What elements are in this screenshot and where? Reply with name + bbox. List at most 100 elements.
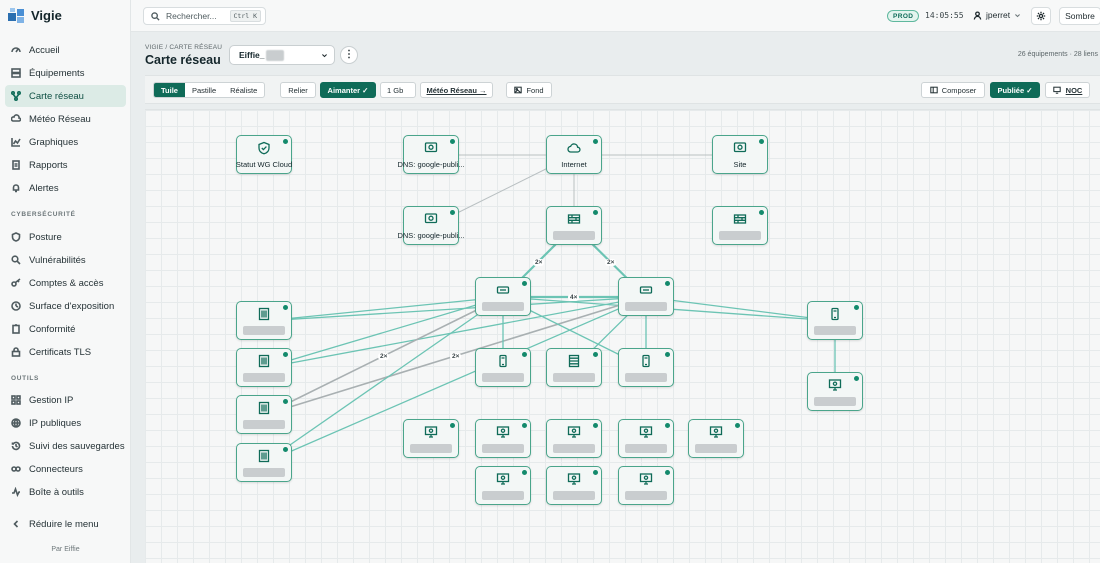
map-node-m4[interactable]: [618, 419, 674, 458]
link-s1-core1[interactable]: [263, 296, 504, 322]
site-select[interactable]: Eiffie_: [229, 45, 335, 65]
brand[interactable]: Vigie: [8, 7, 62, 24]
map-node-m2[interactable]: [475, 419, 531, 458]
sidebar-item-comptes-acces[interactable]: Comptes & accès: [5, 272, 126, 294]
redacted-label: [625, 302, 667, 311]
map-node-s4[interactable]: [236, 443, 292, 482]
map-node-scr[interactable]: [807, 372, 863, 411]
map-counts: 26 équipements · 28 liens: [1017, 51, 1098, 58]
map-node-core2[interactable]: [618, 277, 674, 316]
view-mode-tuile[interactable]: Tuile: [154, 83, 185, 97]
sidebar-item-carte-reseau[interactable]: Carte réseau: [5, 85, 126, 107]
sidebar-item-conformite[interactable]: Conformité: [5, 318, 126, 340]
more-options-button[interactable]: ⋮: [340, 46, 358, 64]
link-s4-core1[interactable]: [263, 296, 504, 464]
sidebar-item-suivi-sauvegardes[interactable]: Suivi des sauvegardes: [5, 435, 126, 457]
lock-icon: [11, 347, 21, 357]
sidebar-item-certificats-tls[interactable]: Certificats TLS: [5, 341, 126, 363]
map-node-wg[interactable]: Statut WG Cloud: [236, 135, 292, 174]
view-mode-switch: Tuile Pastille Réaliste: [153, 82, 266, 98]
map-node-s2[interactable]: [236, 348, 292, 387]
sidebar-item-meteo-reseau[interactable]: Météo Réseau: [5, 108, 126, 130]
sidebar-item-equipements[interactable]: Équipements: [5, 62, 126, 84]
publish-button[interactable]: Publiée ✓: [990, 82, 1040, 98]
sidebar-item-connecteurs[interactable]: Connecteurs: [5, 458, 126, 480]
view-mode-realiste[interactable]: Réaliste: [223, 83, 264, 97]
activity-icon: [12, 487, 20, 497]
footer-credit: Par Eiffie: [51, 546, 80, 553]
redacted-label: [553, 231, 595, 240]
sidebar-item-alertes[interactable]: Alertes: [5, 177, 126, 199]
background-button[interactable]: Fond: [506, 82, 552, 98]
sidebar-item-rapports[interactable]: Rapports: [5, 154, 126, 176]
search-input[interactable]: Rechercher... Ctrl K: [143, 7, 266, 25]
link-s1-core2[interactable]: [263, 296, 647, 322]
map-node-ap[interactable]: [807, 301, 863, 340]
map-node-m3[interactable]: [546, 419, 602, 458]
map-node-s3[interactable]: [236, 395, 292, 434]
user-menu[interactable]: jperret: [973, 10, 1021, 20]
search-placeholder: Rechercher...: [166, 11, 217, 21]
map-node-fw2[interactable]: [712, 206, 768, 245]
map-node-s1[interactable]: [236, 301, 292, 340]
sidebar-item-ip-publiques[interactable]: IP publiques: [5, 412, 126, 434]
rack-icon: [258, 307, 270, 321]
theme-toggle-button[interactable]: Sombre: [1059, 7, 1100, 25]
shield-icon: [11, 232, 21, 242]
view-mode-pastille[interactable]: Pastille: [185, 83, 223, 97]
map-node-fw1[interactable]: [546, 206, 602, 245]
sidebar-item-label: Accueil: [29, 44, 60, 56]
layout-icon: [929, 86, 938, 94]
sidebar-item-surface-exposition[interactable]: Surface d'exposition: [5, 295, 126, 317]
sidebar-item-label: Posture: [29, 231, 62, 243]
map-node-m8[interactable]: [618, 466, 674, 505]
status-dot: [854, 305, 859, 310]
node-label: Statut WG Cloud: [235, 160, 293, 169]
status-dot: [593, 423, 598, 428]
map-node-d1[interactable]: [475, 348, 531, 387]
status-dot: [283, 139, 288, 144]
map-node-m1[interactable]: [403, 419, 459, 458]
status-dot: [593, 210, 598, 215]
map-node-internet[interactable]: Internet: [546, 135, 602, 174]
map-node-d2[interactable]: [618, 348, 674, 387]
link-button[interactable]: Relier: [280, 82, 316, 98]
sidebar-item-gestion-ip[interactable]: Gestion IP: [5, 389, 126, 411]
bandwidth-select[interactable]: 1 Gb: [380, 82, 416, 98]
sidebar-item-posture[interactable]: Posture: [5, 226, 126, 248]
sidebar-item-graphiques[interactable]: Graphiques: [5, 131, 126, 153]
collapse-menu-button[interactable]: Réduire le menu: [5, 513, 126, 535]
map-node-srv[interactable]: [546, 348, 602, 387]
sidebar-item-boite-a-outils[interactable]: Boîte à outils: [5, 481, 126, 503]
chart-icon: [11, 138, 21, 147]
compose-button[interactable]: Composer: [921, 82, 985, 98]
sidebar-item-vulnerabilites[interactable]: Vulnérabilités: [5, 249, 126, 271]
node-label: DNS: google-publi...: [397, 160, 465, 169]
map-node-core1[interactable]: [475, 277, 531, 316]
map-node-m5[interactable]: [688, 419, 744, 458]
map-node-site[interactable]: Site: [712, 135, 768, 174]
settings-button[interactable]: [1031, 7, 1051, 25]
gauge-icon: [11, 47, 21, 53]
status-dot: [283, 399, 288, 404]
sidebar-item-label: Rapports: [29, 159, 68, 171]
breadcrumb: VIGIE / CARTE RÉSEAU: [145, 44, 223, 51]
map-node-m6[interactable]: [475, 466, 531, 505]
map-node-dns1[interactable]: DNS: google-publi...: [397, 135, 465, 174]
status-dot: [665, 470, 670, 475]
snap-button[interactable]: Aimanter ✓: [320, 82, 376, 98]
redacted-label: [695, 444, 737, 453]
topbar: Rechercher... Ctrl K PROD 14:05:55 jperr…: [131, 0, 1100, 32]
environment-badge: PROD: [887, 10, 920, 22]
sidebar-item-accueil[interactable]: Accueil: [5, 39, 126, 61]
sidebar-item-label: Météo Réseau: [29, 113, 91, 125]
noc-button[interactable]: NOC: [1045, 82, 1090, 98]
chevron-left-icon: [13, 520, 19, 528]
status-dot: [593, 139, 598, 144]
map-node-dns2[interactable]: DNS: google-publi...: [397, 206, 465, 245]
network-map-canvas[interactable]: 2× 2× 4× 2× 2× Statut WG Cloud DNS: google-pub…: [145, 109, 1100, 563]
map-node-m7[interactable]: [546, 466, 602, 505]
globe-icon: [11, 418, 21, 428]
clipboard-icon: [12, 324, 20, 334]
meteo-reseau-link[interactable]: Météo Réseau →: [420, 82, 493, 98]
